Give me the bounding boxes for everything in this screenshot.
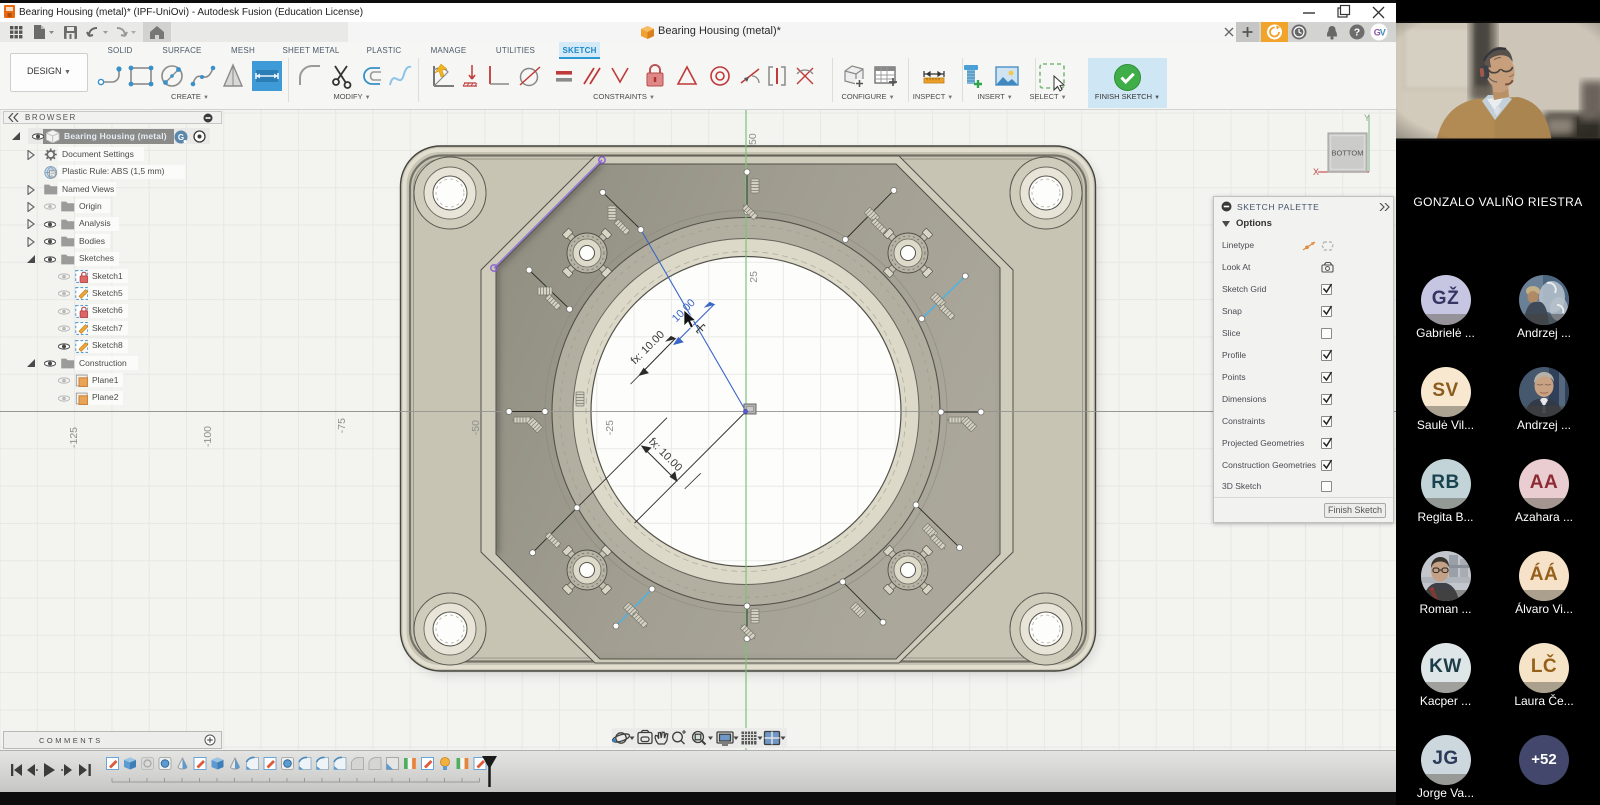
svg-text:-75: -75 bbox=[336, 418, 348, 433]
svg-text:Y: Y bbox=[1364, 113, 1370, 123]
svg-text:-25: -25 bbox=[604, 420, 616, 435]
svg-text:BOTTOM: BOTTOM bbox=[1332, 149, 1364, 158]
svg-text:-100: -100 bbox=[202, 426, 214, 447]
svg-text:X: X bbox=[1313, 167, 1319, 177]
svg-text:-50: -50 bbox=[470, 420, 482, 435]
svg-text:25: 25 bbox=[748, 271, 760, 283]
svg-text:50: 50 bbox=[747, 133, 759, 145]
svg-text:V: V bbox=[1380, 27, 1386, 37]
svg-text:G: G bbox=[178, 133, 184, 142]
svg-text:-125: -125 bbox=[68, 427, 80, 448]
svg-text:?: ? bbox=[1354, 27, 1360, 39]
